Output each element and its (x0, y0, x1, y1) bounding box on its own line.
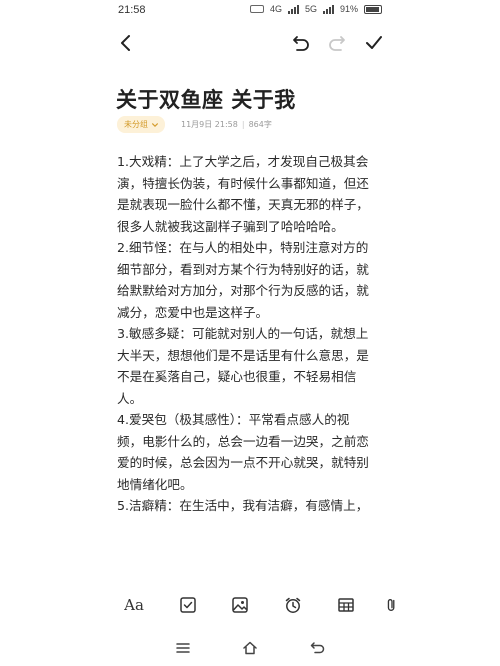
body-line: 是就表现一脸什么都不懂，天真无邪的样子， (117, 197, 369, 212)
body-line: 1.大戏精：上了大学之后，才发现自己极其会 (117, 154, 369, 169)
status-bar: 21:58 4G 5G 91% (0, 0, 500, 24)
battery-icon (364, 4, 382, 14)
body-line: 演，特擅长伪装，有时候什么事都知道，但还 (117, 175, 369, 191)
body-line: 频，电影什么的，总会一边看一边哭，之前恋 (117, 433, 369, 449)
category-label: 未分组 (124, 120, 148, 129)
undo-button[interactable] (288, 30, 314, 56)
body-line: 很多人就被我这副样子骗到了哈哈哈哈。 (117, 218, 344, 234)
network-label-1: 4G (269, 4, 282, 14)
body-line: 4.爱哭包（极其感性）：平常看点感人的视 (117, 412, 350, 427)
note-meta: 未分组 11月9日 21:58 | 864字 (117, 116, 272, 133)
status-time: 21:58 (118, 4, 146, 16)
image-button[interactable] (228, 593, 252, 617)
redo-button[interactable] (324, 30, 350, 56)
note-date: 11月9日 21:58 (181, 120, 238, 129)
battery-percent: 91% (339, 4, 358, 14)
body-line: 地情绪化吧。 (117, 476, 193, 492)
body-line: 5.洁癖精：在生活中，我有洁癖，有感情上， (117, 498, 369, 513)
text-format-icon: Aa (124, 596, 144, 614)
body-line: 人。 (117, 390, 143, 406)
alarm-clock-icon (285, 597, 301, 613)
status-indicators: 4G 5G 91% (249, 4, 382, 14)
image-icon (232, 597, 248, 613)
chevron-down-icon (152, 122, 158, 127)
reminder-button[interactable] (281, 593, 305, 617)
body-line: 不是在奚落自己，疑心也很重，不轻易相信 (117, 369, 357, 384)
char-count: 864字 (248, 120, 272, 129)
chevron-left-icon (121, 35, 130, 51)
table-icon (338, 598, 354, 612)
check-icon (366, 36, 382, 49)
system-nav-bar (0, 636, 500, 660)
back-icon (310, 642, 325, 654)
table-button[interactable] (334, 593, 358, 617)
done-button[interactable] (361, 30, 387, 56)
body-line: 给默默给对方加分，对那个行为反感的话，就 (117, 283, 369, 298)
meta-separator: | (241, 120, 245, 129)
edit-toolbar: Aa (0, 590, 500, 620)
menu-icon (176, 643, 190, 653)
sim-icon (249, 5, 264, 13)
signal-icon-2 (322, 4, 334, 14)
back-button[interactable] (113, 30, 139, 56)
top-toolbar (0, 30, 500, 58)
home-icon (243, 641, 257, 655)
body-line: 减分，恋爱中也是这样子。 (117, 304, 269, 320)
body-line: 大半天，想想他们是不是话里有什么意思，是 (117, 347, 369, 363)
back-nav-button[interactable] (307, 638, 327, 658)
redo-icon (329, 36, 345, 51)
category-tag[interactable]: 未分组 (117, 116, 165, 133)
menu-button[interactable] (173, 638, 193, 658)
signal-icon (287, 4, 299, 14)
body-line: 2.细节怪：在与人的相处中，特别注意对方的 (117, 240, 369, 255)
body-line: 细节部分，看到对方某个行为特别好的话，就 (117, 261, 369, 277)
note-body[interactable]: 1.大戏精：上了大学之后，才发现自己极其会 演，特擅长伪装，有时候什么事都知道，… (117, 151, 385, 517)
note-title[interactable]: 关于双鱼座 关于我 (116, 84, 296, 114)
body-line: 3.敏感多疑：可能就对别人的一句话，就想上 (117, 326, 369, 341)
attachment-icon (387, 599, 395, 611)
undo-icon (293, 36, 309, 51)
text-format-button[interactable]: Aa (122, 593, 146, 617)
checkbox-icon (180, 597, 196, 613)
network-label-2: 5G (304, 4, 317, 14)
home-button[interactable] (240, 638, 260, 658)
body-line: 爱的时候，总会因为一点不开心就哭，就特别 (117, 455, 369, 470)
checklist-button[interactable] (176, 593, 200, 617)
attachment-button[interactable] (384, 593, 400, 617)
